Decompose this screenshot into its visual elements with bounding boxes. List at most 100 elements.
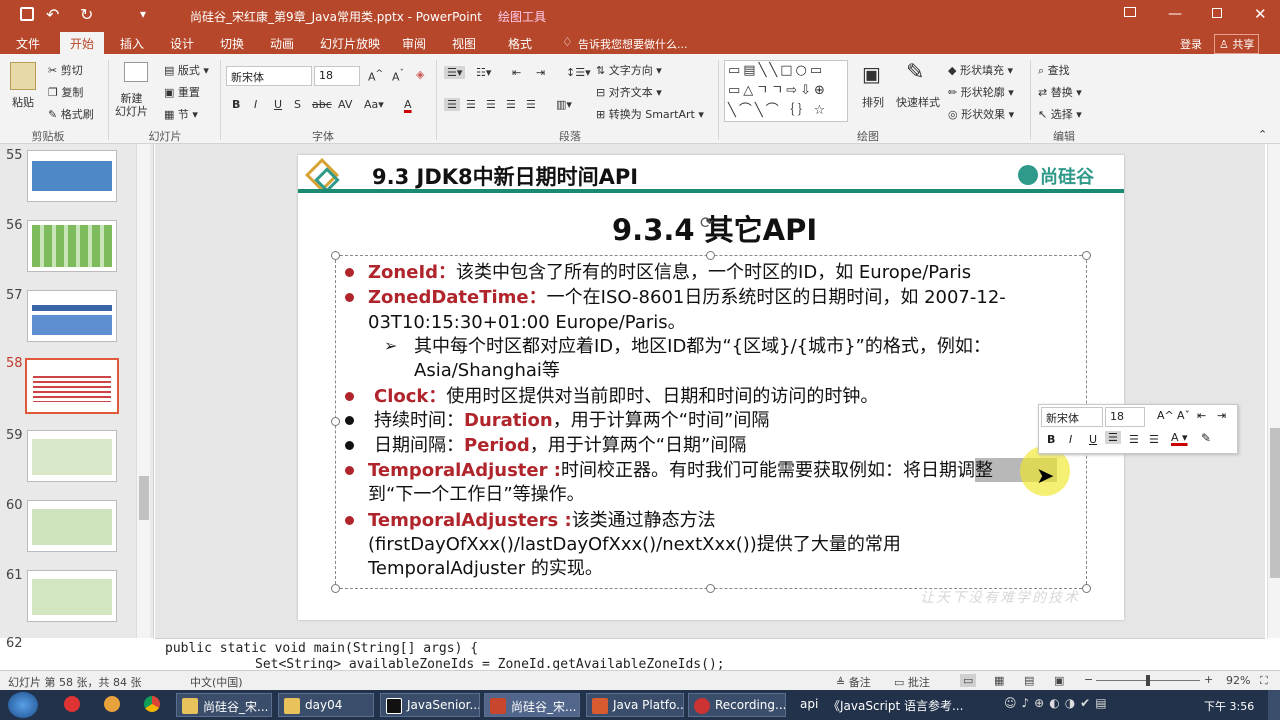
resize-handle[interactable] [706,251,715,260]
notes-toggle-button[interactable]: ≜ 备注 [836,674,871,690]
slide-thumbnail-61[interactable] [27,570,117,622]
shape-outline-button[interactable]: ✏ 形状轮廓 ▾ [948,84,1014,100]
resize-handle[interactable] [706,584,715,593]
mini-shrink-font-icon[interactable]: Aˇ [1177,409,1190,422]
save-icon[interactable] [20,7,34,21]
resize-handle[interactable] [331,417,340,426]
new-slide-button[interactable]: 新建 幻灯片 [115,92,148,118]
zoom-in-icon[interactable]: + [1204,673,1213,686]
tab-design[interactable]: 设计 [170,35,194,52]
shadow-icon[interactable]: S [294,98,301,111]
mini-italic-icon[interactable]: I [1069,433,1072,446]
align-center-icon[interactable]: ☰ [466,98,476,111]
layout-button[interactable]: ▤ 版式 ▾ [164,62,209,78]
zoom-slider-thumb[interactable] [1146,675,1150,686]
mini-grow-font-icon[interactable]: A^ [1157,409,1174,422]
canvas-scroll-thumb[interactable] [1270,428,1280,578]
resize-handle[interactable] [1082,251,1091,260]
resize-handle[interactable] [331,251,340,260]
tell-me-input[interactable]: 告诉我您想要做什么... [578,36,688,52]
taskbar-item[interactable]: 尚硅谷_宋... [176,693,272,717]
tab-slideshow[interactable]: 幻灯片放映 [320,35,380,52]
reading-view-icon[interactable]: ▤ [1024,674,1034,687]
strikethrough-icon[interactable]: abc [312,98,332,111]
show-desktop-button[interactable] [1268,690,1280,720]
slide-thumbnail-59[interactable] [27,430,117,482]
slide-thumbnail-55[interactable] [27,150,117,202]
line-spacing-icon[interactable]: ↕☰▾ [566,66,591,79]
share-button[interactable]: ♙ 共享 [1214,34,1260,54]
font-color-icon[interactable]: A [404,98,412,111]
app-icon-2[interactable] [104,696,120,712]
fit-window-icon[interactable]: ⛶ [1260,674,1268,688]
redo-icon[interactable]: ↻ [80,5,93,24]
section-button[interactable]: ▦ 节 ▾ [164,106,198,122]
mini-increase-indent-icon[interactable]: ⇥ [1217,409,1226,422]
chrome-icon[interactable] [144,696,160,712]
collapse-ribbon-icon[interactable]: ⌃ [1258,128,1267,141]
resize-handle[interactable] [1082,584,1091,593]
maximize-icon[interactable] [1212,8,1222,18]
find-button[interactable]: ⌕ 查找 [1038,62,1070,78]
slideshow-view-icon[interactable]: ▣ [1054,674,1064,687]
clock[interactable]: 下午 3:56 [1204,698,1254,714]
zoom-out-icon[interactable]: − [1084,673,1093,686]
mini-align-right-icon[interactable]: ☰ [1149,433,1159,446]
taskbar-item-active[interactable]: 尚硅谷_宋... [484,693,580,717]
taskbar-doc-label[interactable]: 《JavaScript 语言参考... [828,697,972,714]
slide-thumbnail-58[interactable] [25,358,119,414]
ribbon-display-icon[interactable] [1124,7,1136,17]
columns-icon[interactable]: ▥▾ [556,98,572,111]
customize-qat-icon[interactable]: ▾ [140,7,146,21]
tab-format[interactable]: 格式 [508,35,532,52]
align-text-button[interactable]: ⊟ 对齐文本 ▾ [596,84,662,100]
spacing-icon[interactable]: AV [338,98,352,111]
reset-button[interactable]: ▣ 重置 [164,84,200,100]
slide-thumbnail-60[interactable] [27,500,117,552]
zoom-level[interactable]: 92% [1226,674,1250,687]
sorter-view-icon[interactable]: ▦ [994,674,1004,687]
clear-format-icon[interactable]: ◈ [416,68,424,81]
tab-view[interactable]: 视图 [452,35,476,52]
login-link[interactable]: 登录 [1180,36,1202,52]
select-button[interactable]: ↖ 选择 ▾ [1038,106,1082,122]
taskbar-item[interactable]: Java Platfo... [586,693,684,717]
rotate-handle-icon[interactable]: ⟳ [700,213,713,232]
normal-view-icon[interactable]: ▭ [960,674,977,687]
font-name-select[interactable]: 新宋体 [226,66,312,86]
close-icon[interactable]: ✕ [1254,5,1267,23]
underline-icon[interactable]: U [274,98,282,111]
thumb-scroll-thumb[interactable] [139,476,149,520]
tab-transitions[interactable]: 切换 [220,35,244,52]
mini-align-left-icon[interactable]: ☰ [1105,431,1121,444]
mini-align-center-icon[interactable]: ☰ [1129,433,1139,446]
mini-font-color-icon[interactable]: A ▾ [1171,431,1188,444]
font-size-select[interactable]: 18 [314,66,360,86]
shapes-gallery[interactable]: ▭▤╲╲□○▭ ▭△ㄱㄱ⇨⇩⊕ ╲⌒╲⌒｛｝☆ [724,60,848,122]
tab-animations[interactable]: 动画 [270,35,294,52]
replace-button[interactable]: ⇄ 替换 ▾ [1038,84,1082,100]
shape-effects-button[interactable]: ◎ 形状效果 ▾ [948,106,1014,122]
taskbar-api-label[interactable]: api [800,697,818,711]
mini-format-painter-icon[interactable]: ✎ [1201,431,1211,445]
app-icon-1[interactable] [64,696,80,712]
italic-icon[interactable]: I [254,98,257,111]
mini-underline-icon[interactable]: U [1089,433,1097,446]
resize-handle[interactable] [331,584,340,593]
smartart-button[interactable]: ⊞ 转换为 SmartArt ▾ [596,106,704,122]
mini-size-select[interactable]: 18 [1105,407,1145,427]
tab-file[interactable]: 文件 [16,35,40,52]
copy-button[interactable]: ❐ 复制 [48,84,83,100]
increase-indent-icon[interactable]: ⇥ [536,66,545,79]
shrink-font-icon[interactable]: Aˇ [392,68,404,84]
new-slide-icon[interactable] [124,62,148,82]
text-direction-button[interactable]: ⇅ 文字方向 ▾ [596,62,662,78]
taskbar-item[interactable]: day04 [278,693,374,717]
justify-icon[interactable]: ☰ [506,98,516,111]
bold-icon[interactable]: B [232,98,240,111]
tab-home[interactable]: 开始 [60,32,105,54]
canvas-scrollbar[interactable] [1267,144,1280,638]
distributed-icon[interactable]: ☰ [526,98,536,111]
arrange-button[interactable]: ▣ [862,62,881,86]
grow-font-icon[interactable]: A^ [368,68,383,84]
